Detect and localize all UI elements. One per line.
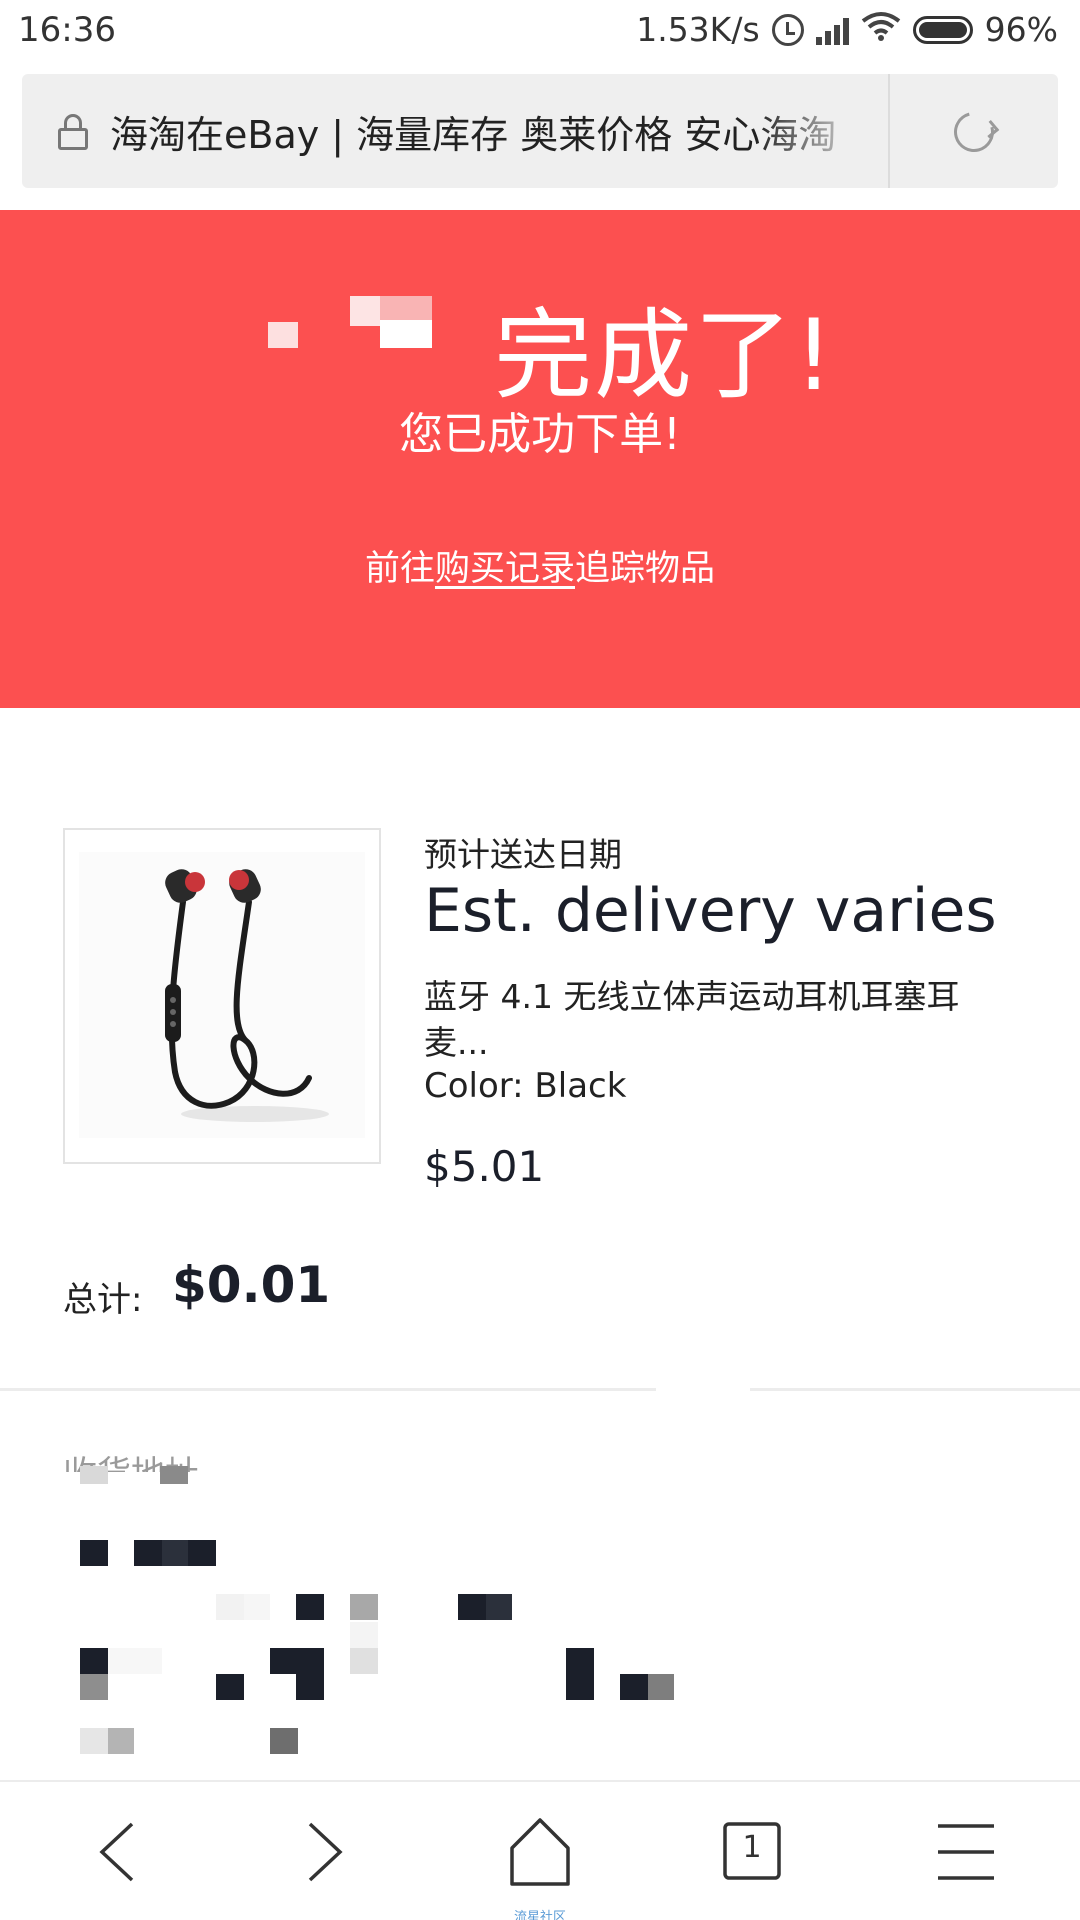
delivery-label: 预计送达日期 bbox=[424, 835, 622, 874]
forward-icon[interactable] bbox=[266, 1782, 386, 1920]
success-subtitle: 您已成功下单! bbox=[399, 409, 681, 460]
item-title[interactable]: 蓝牙 4.1 无线立体声运动耳机耳塞耳麦... bbox=[424, 974, 1014, 1066]
alarm-icon bbox=[771, 13, 804, 46]
back-icon[interactable] bbox=[56, 1782, 176, 1920]
lock-icon bbox=[58, 114, 88, 150]
purchase-history-link[interactable]: 购买记录 bbox=[435, 549, 575, 589]
total-label: 总计: bbox=[63, 1280, 143, 1320]
item-image[interactable] bbox=[63, 828, 381, 1164]
battery-icon bbox=[912, 15, 973, 44]
page-title[interactable]: 海淘在eBay | 海量库存 奥莱价格 安心海淘 bbox=[110, 104, 870, 159]
menu-icon[interactable] bbox=[906, 1782, 1026, 1920]
item-price: $5.01 bbox=[424, 1142, 545, 1191]
item-variant: Color: Black bbox=[424, 1066, 627, 1106]
earphones-image bbox=[79, 852, 365, 1138]
tab-count: 1 bbox=[742, 1830, 762, 1865]
status-bar: 16:36 1.53K/s 96% bbox=[0, 0, 1080, 62]
battery-percent: 96% bbox=[984, 10, 1058, 49]
status-indicators: 1.53K/s 96% bbox=[636, 10, 1058, 49]
track-order-line: 前往购买记录追踪物品 bbox=[364, 549, 716, 589]
total-value: $0.01 bbox=[172, 1256, 331, 1314]
url-bar[interactable]: 海淘在eBay | 海量库存 奥莱价格 安心海淘 bbox=[22, 74, 1058, 188]
pixelated-avatar bbox=[268, 322, 298, 348]
url-divider bbox=[888, 74, 890, 188]
order-success-banner: 完成了! 您已成功下单! 前往购买记录追踪物品 bbox=[0, 210, 1080, 708]
network-speed: 1.53K/s bbox=[636, 10, 760, 49]
success-title: 完成了! bbox=[494, 299, 836, 413]
signal-icon bbox=[815, 15, 849, 45]
wifi-icon bbox=[861, 10, 901, 49]
watermark-caption: 流星社区 bbox=[513, 1910, 566, 1920]
tabs-icon[interactable]: 1 bbox=[692, 1782, 812, 1920]
bottom-nav: 1 bbox=[0, 1780, 1080, 1920]
reload-icon[interactable] bbox=[946, 104, 1002, 160]
status-time: 16:36 bbox=[18, 10, 116, 50]
delivery-value: Est. delivery varies bbox=[424, 876, 997, 946]
home-icon[interactable] bbox=[480, 1782, 600, 1920]
section-divider bbox=[0, 1388, 1080, 1391]
